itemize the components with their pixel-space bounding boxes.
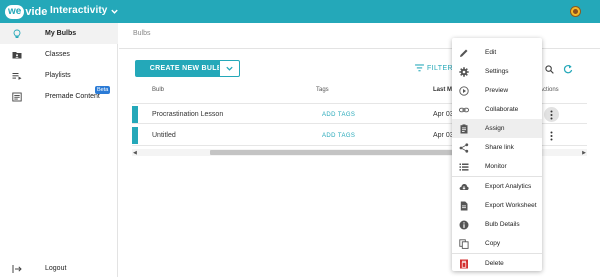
logo-mark: we bbox=[5, 4, 25, 19]
more-vertical-icon bbox=[550, 131, 553, 140]
menu-item-export-worksheet[interactable]: Export Worksheet bbox=[452, 196, 542, 215]
menu-item-label: Bulb Details bbox=[485, 221, 520, 228]
classes-folder-icon bbox=[12, 51, 22, 58]
avatar[interactable] bbox=[570, 6, 581, 17]
sidebar-item-playlists[interactable]: Playlists bbox=[0, 65, 118, 86]
premade-content-icon bbox=[12, 92, 22, 101]
gear-icon bbox=[459, 66, 469, 77]
sidebar-item-label: Classes bbox=[45, 51, 70, 58]
menu-item-label: Collaborate bbox=[485, 106, 519, 113]
menu-item-label: Assign bbox=[485, 125, 505, 132]
logo-text: vide bbox=[25, 5, 48, 18]
bulb-name[interactable]: Procrastination Lesson bbox=[152, 111, 223, 118]
link-icon bbox=[459, 107, 469, 112]
menu-item-label: Export Worksheet bbox=[485, 202, 537, 209]
sidebar-item-label: Premade Content bbox=[45, 93, 100, 100]
filter-button[interactable]: FILTER bbox=[415, 64, 453, 72]
refresh-icon[interactable] bbox=[563, 64, 573, 74]
trash-icon bbox=[460, 259, 468, 268]
menu-item-collaborate[interactable]: Collaborate bbox=[452, 100, 542, 119]
logout-button[interactable]: Logout bbox=[0, 260, 118, 277]
document-icon bbox=[460, 201, 468, 210]
row-actions-button[interactable] bbox=[544, 128, 559, 143]
bulb-actions-menu: Edit Settings Preview Collaborate Assign… bbox=[452, 38, 542, 271]
search-icon[interactable] bbox=[545, 65, 554, 74]
copy-icon bbox=[459, 238, 469, 249]
menu-item-assign[interactable]: Assign bbox=[452, 119, 542, 138]
sidebar-item-label: My Bulbs bbox=[45, 30, 77, 37]
pencil-icon bbox=[460, 49, 468, 57]
logout-icon bbox=[12, 264, 22, 273]
top-bar: we vide Interactivity bbox=[0, 0, 600, 23]
column-header-last-modified[interactable]: Last M bbox=[433, 87, 452, 93]
menu-item-share-link[interactable]: Share link bbox=[452, 138, 542, 157]
menu-item-bulb-details[interactable]: Bulb Details bbox=[452, 215, 542, 234]
info-icon bbox=[459, 220, 469, 229]
menu-item-preview[interactable]: Preview bbox=[452, 81, 542, 100]
sidebar: My Bulbs Classes Playlists Premade Conte… bbox=[0, 23, 118, 277]
chevron-down-icon bbox=[226, 66, 233, 71]
list-icon bbox=[459, 163, 469, 171]
menu-item-monitor[interactable]: Monitor bbox=[452, 157, 542, 176]
last-modified-date: Apr 03 bbox=[433, 111, 454, 118]
row-actions-button[interactable] bbox=[544, 107, 559, 122]
sidebar-item-classes[interactable]: Classes bbox=[0, 44, 118, 65]
scroll-right-icon[interactable]: ▶ bbox=[582, 150, 586, 156]
chevron-down-icon[interactable] bbox=[110, 7, 119, 16]
app-name[interactable]: Interactivity bbox=[50, 5, 107, 16]
menu-item-label: Export Analytics bbox=[485, 183, 532, 190]
menu-item-label: Preview bbox=[485, 87, 509, 94]
scrollbar-thumb[interactable] bbox=[210, 150, 470, 155]
menu-item-settings[interactable]: Settings bbox=[452, 62, 542, 81]
column-header-bulb[interactable]: Bulb bbox=[152, 87, 164, 93]
menu-item-label: Share link bbox=[485, 144, 514, 151]
sidebar-item-premade-content[interactable]: Premade Content Beta bbox=[0, 86, 118, 107]
add-tags-button[interactable]: ADD TAGS bbox=[322, 133, 355, 139]
logout-label: Logout bbox=[45, 265, 67, 272]
menu-item-label: Copy bbox=[485, 240, 501, 247]
more-vertical-icon bbox=[550, 110, 553, 119]
playlist-icon bbox=[12, 72, 22, 80]
menu-item-export-analytics[interactable]: Export Analytics bbox=[452, 177, 542, 196]
beta-badge: Beta bbox=[95, 86, 111, 94]
share-icon bbox=[459, 142, 469, 153]
menu-item-label: Delete bbox=[485, 260, 504, 267]
row-color-indicator bbox=[132, 106, 138, 123]
create-options-dropdown[interactable] bbox=[219, 60, 240, 77]
add-tags-button[interactable]: ADD TAGS bbox=[322, 112, 355, 118]
wevide-logo[interactable]: we vide bbox=[5, 4, 47, 19]
play-circle-icon bbox=[459, 85, 469, 96]
lightbulb-icon bbox=[13, 29, 21, 38]
menu-item-label: Settings bbox=[485, 68, 509, 75]
bulb-name[interactable]: Untitled bbox=[152, 132, 176, 139]
menu-item-edit[interactable]: Edit bbox=[452, 43, 542, 62]
menu-item-label: Edit bbox=[485, 49, 497, 56]
sidebar-item-my-bulbs[interactable]: My Bulbs bbox=[0, 23, 118, 44]
column-header-tags[interactable]: Tags bbox=[316, 87, 329, 93]
scroll-left-icon[interactable]: ◀ bbox=[133, 150, 137, 156]
row-color-indicator bbox=[132, 127, 138, 144]
filter-icon bbox=[415, 64, 424, 72]
breadcrumb[interactable]: Bulbs bbox=[133, 30, 151, 37]
cloud-download-icon bbox=[459, 183, 469, 190]
menu-item-label: Monitor bbox=[485, 163, 507, 170]
clipboard-icon bbox=[460, 123, 468, 133]
last-modified-date: Apr 03 bbox=[433, 132, 454, 139]
menu-item-delete[interactable]: Delete bbox=[452, 254, 542, 273]
menu-item-copy[interactable]: Copy bbox=[452, 234, 542, 253]
sidebar-item-label: Playlists bbox=[45, 72, 71, 79]
filter-label: FILTER bbox=[427, 64, 453, 72]
